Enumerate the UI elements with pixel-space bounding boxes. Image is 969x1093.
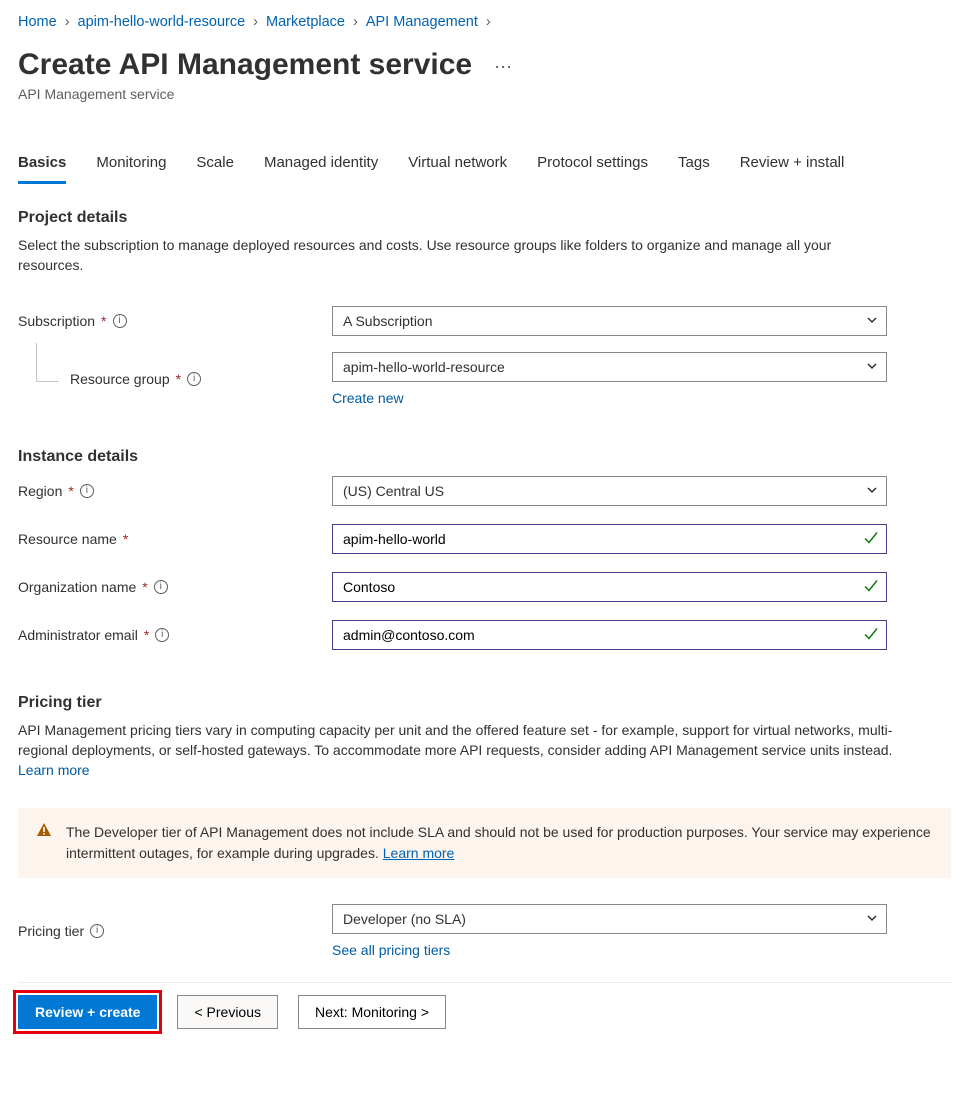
pricing-tier-value: Developer (no SLA) xyxy=(343,911,466,927)
info-icon[interactable]: i xyxy=(154,580,168,594)
info-icon[interactable]: i xyxy=(155,628,169,642)
crumb-home[interactable]: Home xyxy=(18,14,57,30)
previous-button[interactable]: < Previous xyxy=(177,995,278,1029)
tab-scale[interactable]: Scale xyxy=(196,148,234,184)
chevron-right-icon: › xyxy=(65,14,70,30)
tab-bar: Basics Monitoring Scale Managed identity… xyxy=(18,148,951,185)
pricing-warning: The Developer tier of API Management doe… xyxy=(18,808,951,878)
pricing-tier-label: Pricing tier xyxy=(18,923,84,939)
tab-virtual-network[interactable]: Virtual network xyxy=(408,148,507,184)
pricing-tier-select[interactable]: Developer (no SLA) xyxy=(332,904,887,934)
project-details-desc: Select the subscription to manage deploy… xyxy=(18,235,898,276)
pricing-tier-desc: API Management pricing tiers vary in com… xyxy=(18,720,898,781)
crumb-marketplace[interactable]: Marketplace xyxy=(266,14,345,30)
pricing-warning-learn-more-link[interactable]: Learn more xyxy=(383,845,455,861)
required-icon: * xyxy=(142,579,147,595)
chevron-right-icon: › xyxy=(486,14,491,30)
project-details-heading: Project details xyxy=(18,209,951,227)
crumb-resource[interactable]: apim-hello-world-resource xyxy=(78,14,246,30)
chevron-right-icon: › xyxy=(353,14,358,30)
wizard-footer: Review + create < Previous Next: Monitor… xyxy=(18,982,951,1049)
chevron-down-icon xyxy=(866,483,878,499)
info-icon[interactable]: i xyxy=(187,372,201,386)
info-icon[interactable]: i xyxy=(90,924,104,938)
subscription-select[interactable]: A Subscription xyxy=(332,306,887,336)
organization-name-label: Organization name xyxy=(18,579,136,595)
tab-basics[interactable]: Basics xyxy=(18,148,66,184)
warning-icon xyxy=(36,822,52,844)
required-icon: * xyxy=(68,483,73,499)
resource-name-input[interactable] xyxy=(332,524,887,554)
breadcrumb: Home › apim-hello-world-resource › Marke… xyxy=(18,14,951,30)
region-label: Region xyxy=(18,483,62,499)
resource-name-label: Resource name xyxy=(18,531,117,547)
pricing-learn-more-link[interactable]: Learn more xyxy=(18,762,90,778)
subscription-value: A Subscription xyxy=(343,313,433,329)
info-icon[interactable]: i xyxy=(80,484,94,498)
info-icon[interactable]: i xyxy=(113,314,127,328)
required-icon: * xyxy=(123,531,128,547)
region-select[interactable]: (US) Central US xyxy=(332,476,887,506)
resource-group-select[interactable]: apim-hello-world-resource xyxy=(332,352,887,382)
chevron-down-icon xyxy=(866,313,878,329)
review-create-button[interactable]: Review + create xyxy=(18,995,157,1029)
next-button[interactable]: Next: Monitoring > xyxy=(298,995,446,1029)
resource-group-value: apim-hello-world-resource xyxy=(343,359,505,375)
resource-group-label: Resource group xyxy=(70,371,170,387)
tab-protocol-settings[interactable]: Protocol settings xyxy=(537,148,648,184)
subscription-label: Subscription xyxy=(18,313,95,329)
required-icon: * xyxy=(101,313,106,329)
create-new-rg-link[interactable]: Create new xyxy=(332,390,404,406)
page-title: Create API Management service xyxy=(18,48,472,82)
administrator-email-input[interactable] xyxy=(332,620,887,650)
administrator-email-label: Administrator email xyxy=(18,627,138,643)
more-actions-icon[interactable]: ⋯ xyxy=(494,57,514,78)
chevron-right-icon: › xyxy=(253,14,258,30)
tab-review-install[interactable]: Review + install xyxy=(740,148,845,184)
organization-name-input[interactable] xyxy=(332,572,887,602)
see-all-pricing-tiers-link[interactable]: See all pricing tiers xyxy=(332,942,450,958)
pricing-warning-text: The Developer tier of API Management doe… xyxy=(66,824,931,861)
tab-tags[interactable]: Tags xyxy=(678,148,710,184)
page-subtitle: API Management service xyxy=(18,86,951,102)
instance-details-heading: Instance details xyxy=(18,448,951,466)
tab-managed-identity[interactable]: Managed identity xyxy=(264,148,378,184)
crumb-api-management[interactable]: API Management xyxy=(366,14,478,30)
pricing-tier-heading: Pricing tier xyxy=(18,694,951,712)
required-icon: * xyxy=(144,627,149,643)
tab-monitoring[interactable]: Monitoring xyxy=(96,148,166,184)
chevron-down-icon xyxy=(866,911,878,927)
chevron-down-icon xyxy=(866,359,878,375)
required-icon: * xyxy=(176,371,181,387)
region-value: (US) Central US xyxy=(343,483,444,499)
